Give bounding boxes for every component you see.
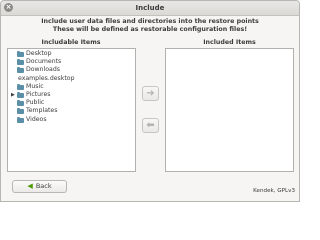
instruction-header: Include user data files and directories … xyxy=(1,18,299,34)
back-button[interactable]: ◀ Back xyxy=(12,180,67,193)
item-label: Pictures xyxy=(26,90,51,98)
folder-icon xyxy=(17,100,24,107)
item-label: Documents xyxy=(26,58,62,66)
instruction-line-1: Include user data files and directories … xyxy=(41,18,259,25)
back-arrow-icon: ◀ xyxy=(27,182,33,190)
folder-icon xyxy=(17,108,24,115)
included-items-list[interactable] xyxy=(165,48,294,172)
arrow-left-icon: ⬅ xyxy=(146,120,155,131)
back-button-label: Back xyxy=(35,182,52,190)
folder-icon xyxy=(17,67,24,74)
arrow-right-icon: ➜ xyxy=(146,88,155,99)
item-label: examples.desktop xyxy=(18,74,75,82)
exclude-arrow-button[interactable]: ⬅ xyxy=(142,118,159,133)
folder-icon xyxy=(17,59,24,66)
credit-label: Kendek, GPLv3 xyxy=(253,188,295,194)
include-dialog: × Include Include user data files and di… xyxy=(0,0,300,202)
includable-items-title: Includable Items xyxy=(41,39,101,46)
folder-icon xyxy=(17,91,24,98)
item-label: Videos xyxy=(26,115,47,123)
includable-items-list[interactable]: Desktop Documents Downloads examples.des… xyxy=(7,48,136,172)
folder-icon xyxy=(17,83,24,90)
item-label: Downloads xyxy=(26,66,60,74)
expand-arrow-icon[interactable]: ▶ xyxy=(11,91,15,99)
window-title: Include xyxy=(135,4,165,12)
title-bar: × Include xyxy=(1,1,299,16)
item-label: Music xyxy=(26,82,44,90)
instruction-line-2: These will be defined as restorable conf… xyxy=(52,26,248,33)
item-label: Templates xyxy=(26,107,58,115)
folder-icon xyxy=(17,116,24,123)
item-label: Public xyxy=(26,99,45,107)
item-label: Desktop xyxy=(26,50,52,57)
include-arrow-button[interactable]: ➜ xyxy=(142,86,159,101)
folder-icon xyxy=(17,51,24,57)
included-items-title: Included Items xyxy=(203,39,256,46)
